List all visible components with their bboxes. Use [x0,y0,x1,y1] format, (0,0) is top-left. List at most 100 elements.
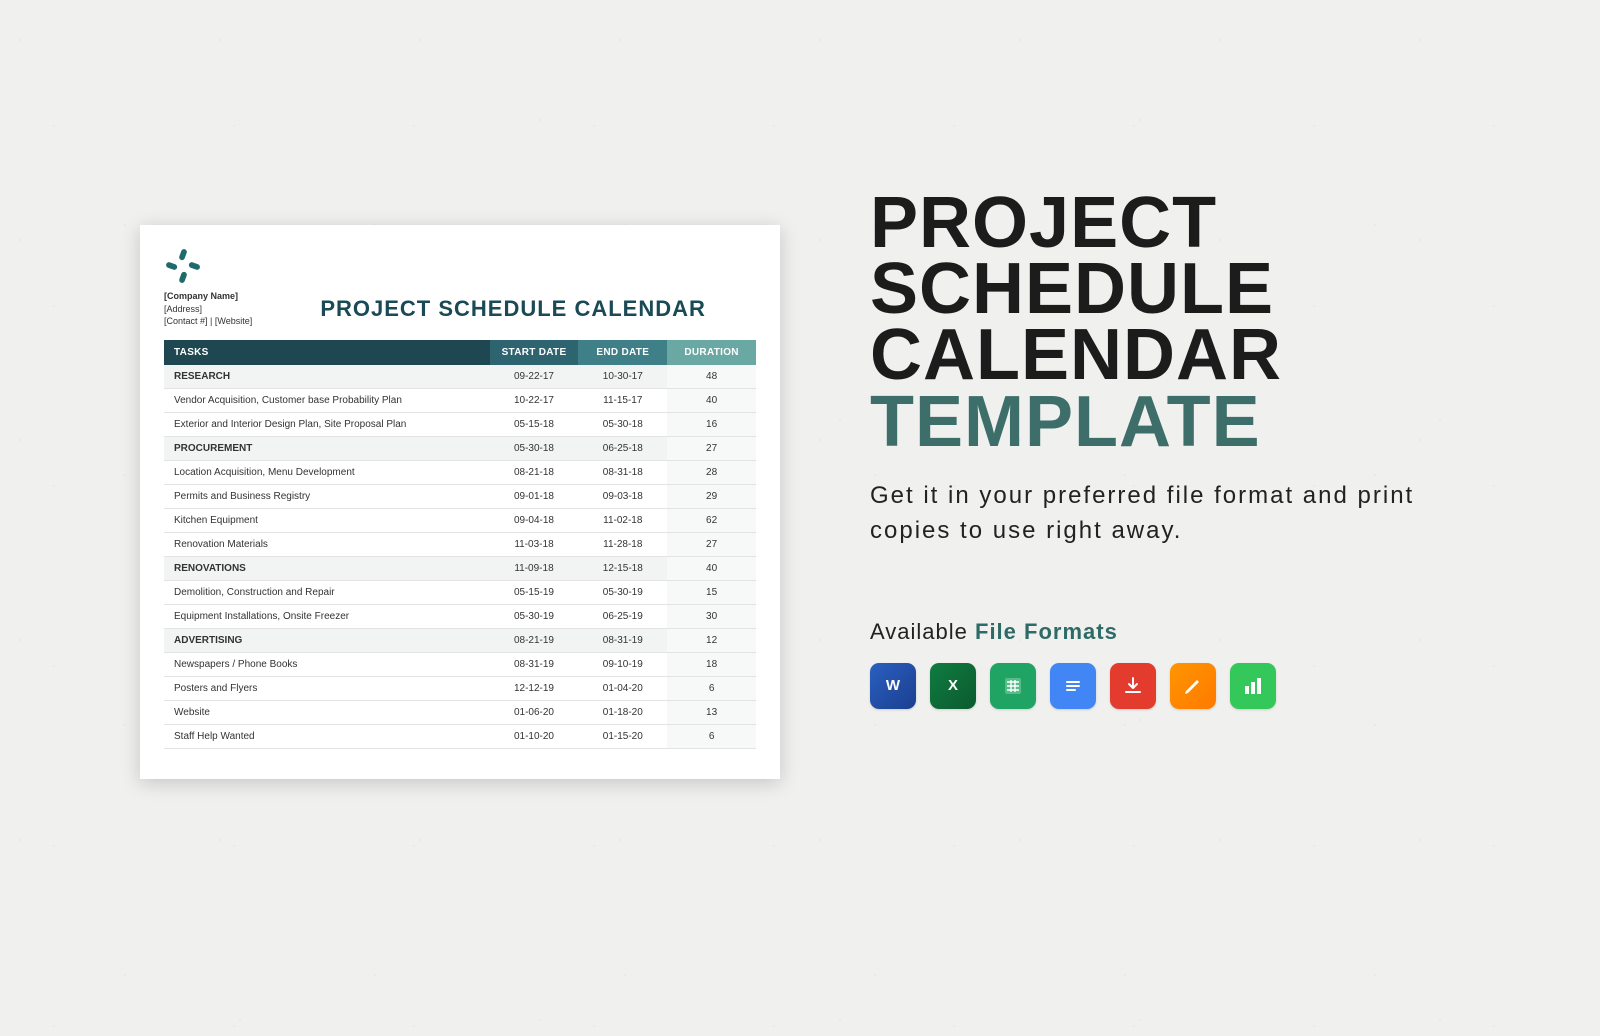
excel-icon[interactable]: X [930,663,976,709]
table-row: Demolition, Construction and Repair05-15… [164,580,756,604]
cell-task: Vendor Acquisition, Customer base Probab… [164,388,490,412]
cell-start: 01-06-20 [490,700,579,724]
cell-duration: 28 [667,460,756,484]
table-row: Location Acquisition, Menu Development08… [164,460,756,484]
cell-task: Kitchen Equipment [164,508,490,532]
cell-duration: 15 [667,580,756,604]
cell-end: 06-25-19 [578,604,667,628]
format-icons: W X [870,663,1470,709]
info-panel: PROJECT SCHEDULE CALENDAR TEMPLATE Get i… [870,190,1470,709]
table-row: Permits and Business Registry09-01-1809-… [164,484,756,508]
cell-start: 11-09-18 [490,556,579,580]
product-subtitle: Get it in your preferred file format and… [870,479,1470,549]
table-row: Equipment Installations, Onsite Freezer0… [164,604,756,628]
preview-header: [Company Name] [Address] [Contact #] | [… [164,247,756,328]
title-line-4: TEMPLATE [870,389,1470,455]
numbers-icon[interactable] [1230,663,1276,709]
sheets-icon[interactable] [990,663,1036,709]
cell-duration: 18 [667,652,756,676]
cell-end: 05-30-18 [578,412,667,436]
cell-task: PROCUREMENT [164,436,490,460]
col-duration: DURATION [667,340,756,365]
product-title: PROJECT SCHEDULE CALENDAR TEMPLATE [870,190,1470,455]
schedule-body: RESEARCH09-22-1710-30-1748 Vendor Acquisi… [164,365,756,749]
cell-start: 05-15-19 [490,580,579,604]
cell-start: 09-04-18 [490,508,579,532]
table-row: Staff Help Wanted01-10-2001-15-206 [164,724,756,748]
table-row: RENOVATIONS11-09-1812-15-1840 [164,556,756,580]
cell-duration: 40 [667,388,756,412]
cell-duration: 48 [667,365,756,389]
cell-end: 11-15-17 [578,388,667,412]
title-line-3: CALENDAR [870,322,1470,388]
cell-end: 08-31-18 [578,460,667,484]
table-row: Vendor Acquisition, Customer base Probab… [164,388,756,412]
cell-end: 06-25-18 [578,436,667,460]
cell-end: 10-30-17 [578,365,667,389]
title-line-1: PROJECT [870,190,1470,256]
table-row: PROCUREMENT05-30-1806-25-1827 [164,436,756,460]
table-row: Website01-06-2001-18-2013 [164,700,756,724]
cell-start: 05-15-18 [490,412,579,436]
pdf-icon[interactable] [1110,663,1156,709]
company-logo-icon [164,247,202,285]
cell-task: ADVERTISING [164,628,490,652]
company-address: [Address] [164,303,252,316]
table-row: ADVERTISING08-21-1908-31-1912 [164,628,756,652]
preview-title: PROJECT SCHEDULE CALENDAR [270,296,756,328]
formats-label-b: File Formats [975,619,1118,644]
cell-task: Exterior and Interior Design Plan, Site … [164,412,490,436]
cell-start: 08-21-19 [490,628,579,652]
cell-start: 12-12-19 [490,676,579,700]
cell-task: Location Acquisition, Menu Development [164,460,490,484]
title-line-2: SCHEDULE [870,256,1470,322]
schedule-table: TASKS START DATE END DATE DURATION RESEA… [164,340,756,749]
cell-duration: 27 [667,532,756,556]
pages-icon[interactable] [1170,663,1216,709]
formats-label-a: Available [870,619,975,644]
table-row: Posters and Flyers12-12-1901-04-206 [164,676,756,700]
cell-duration: 6 [667,676,756,700]
col-end: END DATE [578,340,667,365]
cell-end: 12-15-18 [578,556,667,580]
cell-task: Newspapers / Phone Books [164,652,490,676]
cell-task: RENOVATIONS [164,556,490,580]
cell-duration: 12 [667,628,756,652]
word-icon[interactable]: W [870,663,916,709]
cell-start: 08-31-19 [490,652,579,676]
page: [Company Name] [Address] [Contact #] | [… [0,0,1600,1036]
docs-icon[interactable] [1050,663,1096,709]
cell-duration: 27 [667,436,756,460]
cell-end: 08-31-19 [578,628,667,652]
cell-task: Posters and Flyers [164,676,490,700]
cell-task: Website [164,700,490,724]
cell-end: 01-18-20 [578,700,667,724]
table-row: Newspapers / Phone Books08-31-1909-10-19… [164,652,756,676]
cell-end: 05-30-19 [578,580,667,604]
cell-end: 11-02-18 [578,508,667,532]
company-name: [Company Name] [164,290,252,303]
cell-task: RESEARCH [164,365,490,389]
cell-task: Permits and Business Registry [164,484,490,508]
table-row: Kitchen Equipment09-04-1811-02-1862 [164,508,756,532]
cell-duration: 30 [667,604,756,628]
table-row: Renovation Materials11-03-1811-28-1827 [164,532,756,556]
cell-task: Demolition, Construction and Repair [164,580,490,604]
col-start: START DATE [490,340,579,365]
cell-start: 05-30-19 [490,604,579,628]
cell-start: 05-30-18 [490,436,579,460]
company-block: [Company Name] [Address] [Contact #] | [… [164,247,252,328]
cell-end: 01-04-20 [578,676,667,700]
formats-label: Available File Formats [870,619,1470,645]
cell-start: 08-21-18 [490,460,579,484]
cell-duration: 16 [667,412,756,436]
cell-task: Staff Help Wanted [164,724,490,748]
template-preview: [Company Name] [Address] [Contact #] | [… [140,225,780,779]
cell-task: Equipment Installations, Onsite Freezer [164,604,490,628]
cell-start: 10-22-17 [490,388,579,412]
cell-duration: 40 [667,556,756,580]
cell-start: 09-22-17 [490,365,579,389]
cell-task: Renovation Materials [164,532,490,556]
cell-duration: 13 [667,700,756,724]
cell-start: 11-03-18 [490,532,579,556]
